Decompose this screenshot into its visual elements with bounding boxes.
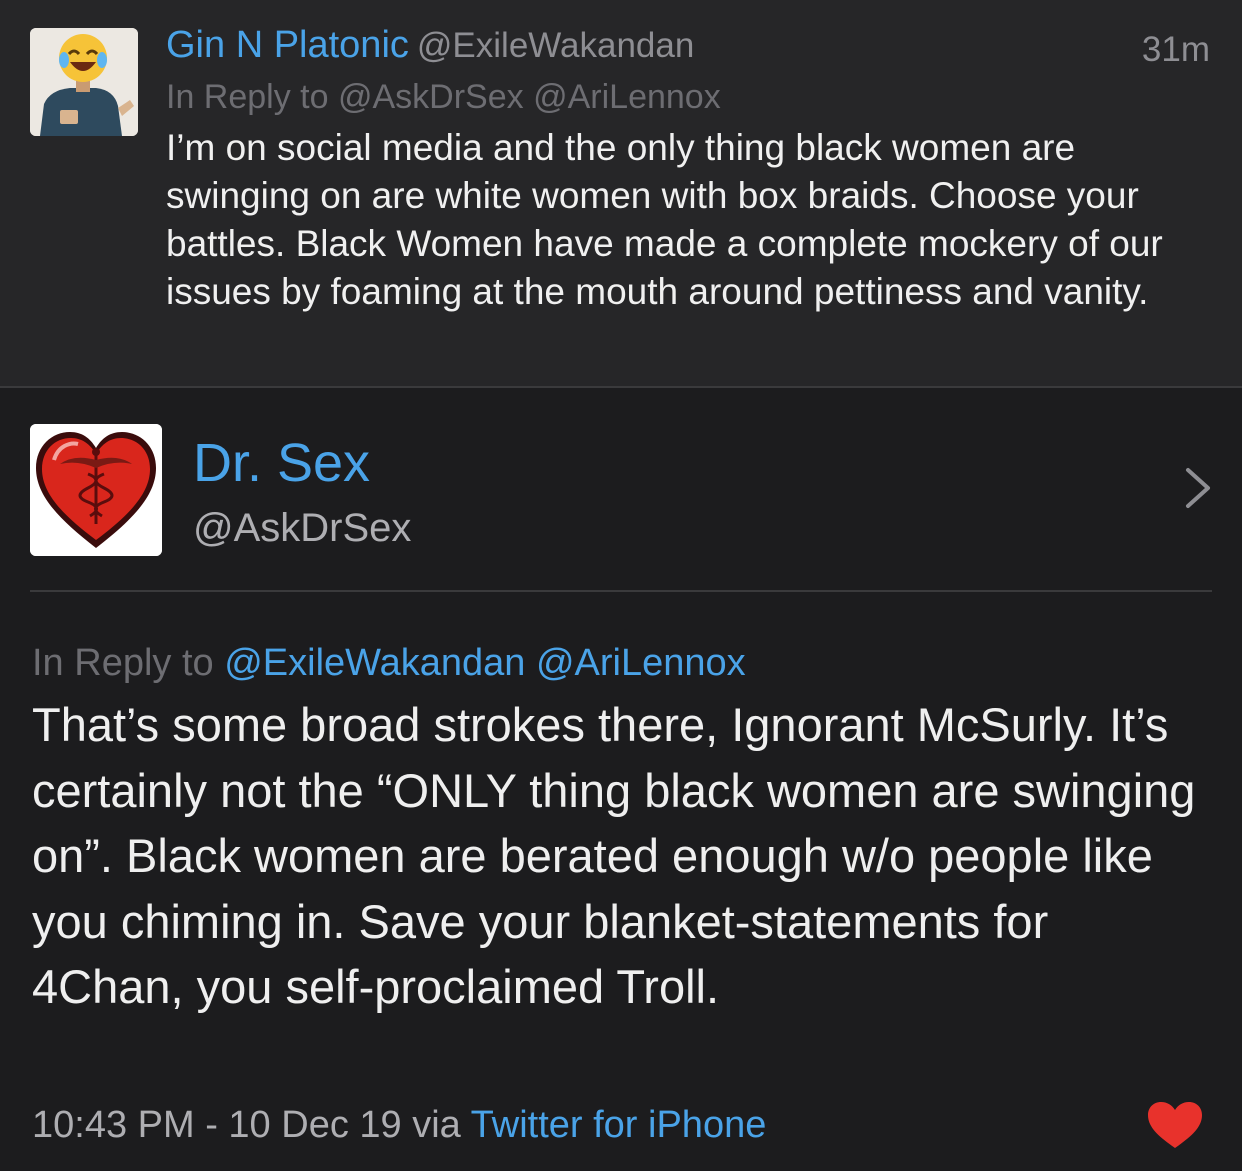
author-row[interactable]: Dr. Sex @AskDrSex (0, 388, 1242, 592)
in-reply-label: In Reply to (166, 78, 329, 116)
heart-caduceus-avatar[interactable] (30, 424, 162, 556)
author-name[interactable]: Dr. Sex (193, 432, 370, 494)
replied-in-reply-to: In Reply to @AskDrSex @AriLennox (166, 78, 721, 117)
replied-tweet-text: I’m on social media and the only thing b… (166, 127, 1163, 312)
author-handle[interactable]: @AskDrSex (193, 506, 411, 551)
chevron-right-icon[interactable] (1182, 466, 1216, 510)
tweet-detail-screen: Gin N Platonic @ExileWakandan 31m In Repl… (0, 0, 1242, 1171)
tweet-source-link[interactable]: Twitter for iPhone (471, 1104, 767, 1146)
tweet-timestamp: 10:43 PM - 10 Dec 19 via (32, 1104, 461, 1146)
replied-tweet[interactable]: Gin N Platonic @ExileWakandan 31m In Repl… (0, 0, 1242, 388)
replied-tweet-header: Gin N Platonic @ExileWakandan (166, 24, 1216, 67)
tweet-meta: 10:43 PM - 10 Dec 19 via Twitter for iPh… (32, 1104, 766, 1147)
in-reply-mentions[interactable]: @AskDrSex @AriLennox (338, 78, 721, 116)
replied-author-handle[interactable]: @ExileWakandan (417, 26, 694, 65)
replied-tweet-time: 31m (1141, 30, 1210, 69)
in-reply-label: In Reply to (32, 642, 214, 684)
laughing-emoji-avatar[interactable] (30, 28, 138, 136)
divider (30, 590, 1212, 592)
replied-author-name[interactable]: Gin N Platonic (166, 24, 409, 66)
main-in-reply-to: In Reply to @ExileWakandan @AriLennox (32, 642, 746, 685)
tweet-text: That’s some broad strokes there, Ignoran… (32, 698, 1196, 1013)
in-reply-mentions[interactable]: @ExileWakandan @AriLennox (224, 642, 745, 684)
heart-icon[interactable] (1146, 1100, 1204, 1150)
